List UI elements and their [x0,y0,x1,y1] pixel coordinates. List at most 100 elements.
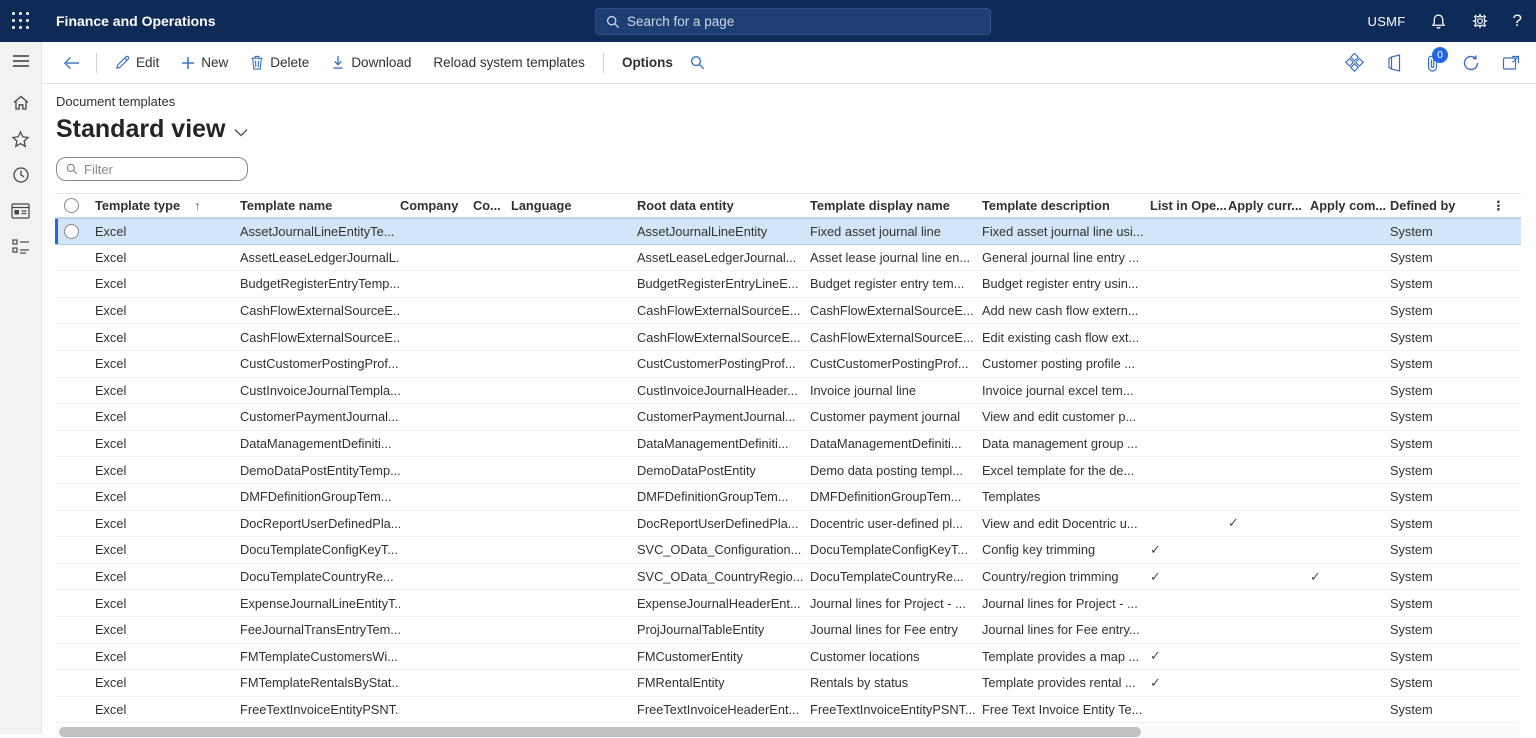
cell-defined: System [1390,596,1490,611]
cell-defined: System [1390,276,1490,291]
column-header-company[interactable]: Company [400,198,473,213]
cell-name: BudgetRegisterEntryTemp... [240,276,400,291]
column-header-display[interactable]: Template display name [810,198,982,213]
cell-root: AssetLeaseLedgerJournal... [637,250,810,265]
cell-type: Excel [95,250,240,265]
filter-input[interactable]: Filter [56,157,248,181]
cell-type: Excel [95,276,240,291]
table-row[interactable]: ExcelExpenseJournalLineEntityT...Expense… [55,590,1521,617]
cell-type: Excel [95,569,240,584]
delete-button[interactable]: Delete [241,50,318,75]
row-select-radio[interactable] [64,224,79,239]
table-row[interactable]: ExcelDocReportUserDefinedPla...DocReport… [55,511,1521,538]
cell-type: Excel [95,596,240,611]
cell-name: CustomerPaymentJournal... [240,409,400,424]
table-row[interactable]: ExcelCashFlowExternalSourceE...CashFlowE… [55,324,1521,351]
table-row[interactable]: ExcelBudgetRegisterEntryTemp...BudgetReg… [55,271,1521,298]
column-header-name[interactable]: Template name [240,198,400,213]
modules-list-icon[interactable] [7,236,35,258]
column-header-type[interactable]: Template type↑ [95,198,240,213]
cell-defined: System [1390,356,1490,371]
table-row[interactable]: ExcelFeeJournalTransEntryTem...ProjJourn… [55,617,1521,644]
options-menu-button[interactable]: Options [613,50,682,75]
cell-display: CustCustomerPostingProf... [810,356,982,371]
table-row[interactable]: ExcelDemoDataPostEntityTemp... DemoDataPo… [55,457,1521,484]
alerts-bell-icon[interactable] [1430,13,1447,30]
cell-type: Excel [95,463,240,478]
office-apps-icon[interactable] [1386,54,1403,72]
delete-label: Delete [270,55,309,70]
cell-display: DMFDefinitionGroupTem... [810,489,982,504]
cell-root: FMCustomerEntity [637,649,810,664]
table-row[interactable]: ExcelCustCustomerPostingProf...CustCusto… [55,351,1521,378]
column-header-list[interactable]: List in Ope... [1150,198,1228,213]
download-label: Download [351,55,411,70]
table-row[interactable]: ExcelCustInvoiceJournalTempla...CustInvo… [55,378,1521,405]
view-selector[interactable]: Standard view [56,115,1536,144]
cell-list: ✓ [1150,648,1228,664]
back-button[interactable] [56,50,87,76]
table-row[interactable]: ExcelDMFDefinitionGroupTem...DMFDefiniti… [55,484,1521,511]
company-picker[interactable]: USMF [1368,14,1406,29]
cell-defined: System [1390,224,1490,239]
cell-defined: System [1390,675,1490,690]
cell-desc: Template provides a map ... [982,649,1150,664]
command-bar: Edit New Delete Download Reload system t… [42,42,1536,84]
column-header-defined[interactable]: Defined by [1390,198,1490,213]
cell-name: FreeTextInvoiceEntityPSNT... [240,702,400,717]
hamburger-menu-icon[interactable] [7,50,35,72]
table-row[interactable]: ExcelDocuTemplateCountryRe...SVC_OData_C… [55,564,1521,591]
app-launcher-waffle-icon[interactable] [0,0,42,42]
page-caption: Document templates [56,94,1536,109]
column-header-com[interactable]: Apply com... [1310,198,1390,213]
table-row[interactable]: ExcelFMTemplateCustomersWi...FMCustomerE… [55,644,1521,671]
cell-name: DocReportUserDefinedPla... [240,516,400,531]
edit-button[interactable]: Edit [106,50,168,75]
cell-name: DemoDataPostEntityTemp... [240,463,400,478]
table-row[interactable]: ExcelCashFlowExternalSourceE...CashFlowE… [55,298,1521,325]
page-search-box[interactable]: Search for a page [595,8,991,35]
cell-defined: System [1390,383,1490,398]
open-in-new-window-icon[interactable] [1502,55,1520,71]
download-button[interactable]: Download [322,50,420,75]
table-row[interactable]: ExcelAssetJournalLineEntityTe...AssetJou… [55,218,1521,245]
reload-system-templates-button[interactable]: Reload system templates [424,50,594,75]
table-row[interactable]: ExcelFMTemplateRentalsByStat...FMRentalE… [55,670,1521,697]
settings-gear-icon[interactable] [1471,12,1489,30]
cell-root: CustomerPaymentJournal... [637,409,810,424]
cell-defined: System [1390,569,1490,584]
cell-desc: Journal lines for Fee entry... [982,622,1150,637]
cell-root: DemoDataPostEntity [637,463,810,478]
navigation-sidebar [0,42,42,734]
column-header-language[interactable]: Language [511,198,637,213]
commandbar-search-icon[interactable] [686,50,709,75]
refresh-icon[interactable] [1462,54,1480,72]
home-icon[interactable] [7,92,35,114]
attachments-paperclip-icon[interactable]: 0 [1425,54,1440,72]
cell-root: DocReportUserDefinedPla... [637,516,810,531]
workspaces-icon[interactable] [7,200,35,222]
table-row[interactable]: ExcelAssetLeaseLedgerJournalL...AssetLea… [55,245,1521,272]
table-row[interactable]: ExcelDataManagementDefiniti...DataManage… [55,431,1521,458]
help-icon[interactable]: ? [1513,11,1522,31]
table-row[interactable]: ExcelFreeTextInvoiceEntityPSNT...FreeTex… [55,697,1521,724]
cell-defined: System [1390,409,1490,424]
horizontal-scrollbar[interactable] [55,726,1521,738]
dynamics-diamond-icon[interactable] [1345,53,1364,72]
app-title: Finance and Operations [56,13,215,29]
column-header-root[interactable]: Root data entity [637,198,810,213]
cell-defined: System [1390,702,1490,717]
favorites-star-icon[interactable] [7,128,35,150]
cell-root: CustCustomerPostingProf... [637,356,810,371]
table-row[interactable]: ExcelCustomerPaymentJournal...CustomerPa… [55,404,1521,431]
grid-options-icon[interactable]: ⋮ [1490,198,1505,214]
select-all-radio[interactable] [64,198,79,213]
table-row[interactable]: ExcelDocuTemplateConfigKeyT...SVC_OData_… [55,537,1521,564]
recent-clock-icon[interactable] [7,164,35,186]
horizontal-scrollbar-thumb[interactable] [59,727,1141,737]
new-button[interactable]: New [172,50,237,75]
cell-desc: Invoice journal excel tem... [982,383,1150,398]
column-header-desc[interactable]: Template description [982,198,1150,213]
column-header-co[interactable]: Co... [473,198,511,213]
column-header-curr[interactable]: Apply curr... [1228,198,1310,213]
